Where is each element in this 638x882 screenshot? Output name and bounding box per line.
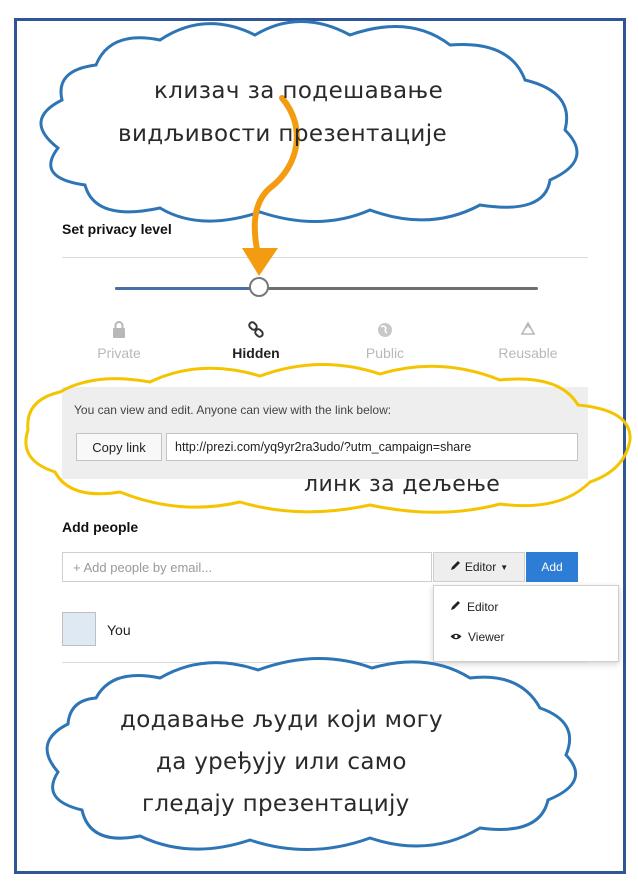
slider-callout-line2: видљивости презентације (118, 121, 448, 147)
people-callout-line2: да уређују или само (156, 749, 407, 775)
people-callout-line1: додавање људи који могу (120, 707, 443, 733)
arrow-head (242, 248, 278, 276)
people-callout-line3: гледају презентацију (142, 791, 410, 817)
link-callout: линк за дељење (304, 472, 501, 497)
slider-callout-line1: клизач за подешавање (154, 78, 444, 104)
annotated-screenshot: S Set privacy level Private Hidden Publi… (0, 0, 638, 882)
